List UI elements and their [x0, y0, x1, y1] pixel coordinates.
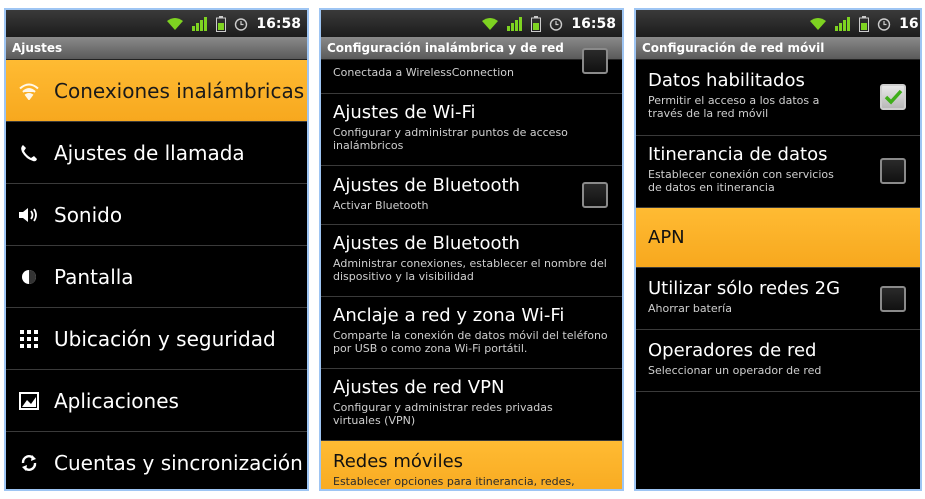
menu-item-label: Ajustes de llamada	[54, 140, 245, 165]
setting-title: Ajustes de Bluetooth	[333, 233, 520, 254]
wireless-settings-list: Conectada a WirelessConnection Ajustes d…	[321, 48, 622, 489]
wifi-signal-icon	[810, 18, 827, 30]
alarm-icon	[877, 18, 891, 31]
setting-summary: Activar Bluetooth	[333, 199, 429, 212]
wifi-signal-icon	[167, 18, 184, 30]
setting-bluetooth[interactable]: Ajustes de Bluetooth Administrar conexio…	[321, 225, 622, 297]
menu-item-label: Ubicación y seguridad	[54, 326, 276, 351]
setting-summary: Configurar y administrar puntos de acces…	[333, 126, 568, 152]
menu-item-sound[interactable]: Sonido	[6, 184, 307, 246]
cell-signal-icon	[507, 17, 523, 31]
wifi-status-summary: Conectada a WirelessConnection	[333, 66, 514, 79]
setting-2g-only[interactable]: Utilizar sólo redes 2G Ahorrar batería	[636, 268, 920, 330]
menu-item-applications[interactable]: Aplicaciones	[6, 370, 307, 432]
menu-item-label: Conexiones inalámbricas	[54, 78, 305, 103]
setting-tethering[interactable]: Anclaje a red y zona Wi-Fi Comparte la c…	[321, 297, 622, 369]
data-enabled-checkbox[interactable]	[880, 84, 906, 110]
sync-icon	[18, 452, 40, 474]
phone-icon	[18, 142, 40, 164]
status-time: 16:5	[899, 16, 920, 32]
setting-bluetooth-toggle[interactable]: Ajustes de Bluetooth Activar Bluetooth	[321, 166, 622, 225]
setting-title: Ajustes de red VPN	[333, 377, 505, 398]
menu-item-label: Cuentas y sincronización	[54, 450, 303, 475]
setting-summary: Comparte la conexión de datos móvil del …	[333, 329, 608, 355]
setting-summary: Establecer opciones para itinerancia, re…	[333, 475, 575, 489]
menu-item-wireless[interactable]: Conexiones inalámbricas	[6, 60, 307, 122]
screen-title: Configuración inalámbrica y de red	[321, 37, 622, 60]
brightness-icon	[18, 266, 40, 288]
menu-item-accounts-sync[interactable]: Cuentas y sincronización	[6, 432, 307, 489]
screen-title: Ajustes	[6, 37, 307, 60]
setting-data-enabled[interactable]: Datos habilitados Permitir el acceso a l…	[636, 60, 920, 136]
wifi-checkbox[interactable]	[582, 48, 608, 74]
setting-title: Operadores de red	[648, 340, 817, 361]
setting-summary: Configurar y administrar redes privadas …	[333, 401, 553, 427]
wifi-toggle-row[interactable]: Conectada a WirelessConnection	[321, 48, 622, 94]
menu-item-display[interactable]: Pantalla	[6, 246, 307, 308]
settings-screen: 16:58 Ajustes Conexiones inalámbricas Aj…	[4, 8, 309, 491]
grid-icon	[18, 328, 40, 350]
status-bar: 16:5	[636, 10, 920, 37]
setting-summary: Seleccionar un operador de red	[648, 364, 822, 377]
setting-wifi[interactable]: Ajustes de Wi-Fi Configurar y administra…	[321, 94, 622, 166]
wifi-icon	[18, 80, 40, 102]
alarm-icon	[550, 18, 563, 31]
battery-icon	[859, 16, 870, 32]
data-roaming-checkbox[interactable]	[880, 158, 906, 184]
wifi-signal-icon	[482, 18, 499, 30]
apps-icon	[18, 390, 40, 412]
speaker-icon	[18, 204, 40, 226]
setting-data-roaming[interactable]: Itinerancia de datos Establecer conexión…	[636, 136, 920, 208]
setting-title: Redes móviles	[333, 451, 464, 472]
setting-apn[interactable]: APN	[636, 208, 920, 268]
setting-title: Ajustes de Bluetooth	[333, 175, 520, 196]
cell-signal-icon	[835, 17, 851, 31]
menu-item-location-security[interactable]: Ubicación y seguridad	[6, 308, 307, 370]
wireless-settings-screen: 16:58 Configuración inalámbrica y de red…	[319, 8, 624, 491]
menu-item-label: Pantalla	[54, 264, 134, 289]
setting-network-operators[interactable]: Operadores de red Seleccionar un operado…	[636, 330, 920, 392]
setting-vpn[interactable]: Ajustes de red VPN Configurar y administ…	[321, 369, 622, 441]
setting-summary: Administrar conexiones, establecer el no…	[333, 257, 607, 283]
menu-item-label: Aplicaciones	[54, 388, 179, 413]
setting-title: Anclaje a red y zona Wi-Fi	[333, 305, 565, 326]
mobile-network-list: Datos habilitados Permitir el acceso a l…	[636, 60, 920, 392]
settings-list: Conexiones inalámbricas Ajustes de llama…	[6, 60, 307, 489]
cell-signal-icon	[192, 17, 208, 31]
alarm-icon	[235, 18, 248, 31]
status-bar: 16:58	[6, 10, 307, 37]
setting-title: APN	[648, 226, 685, 248]
battery-icon	[216, 16, 227, 32]
menu-item-call-settings[interactable]: Ajustes de llamada	[6, 122, 307, 184]
screen-title: Configuración de red móvil	[636, 37, 920, 60]
2g-only-checkbox[interactable]	[880, 286, 906, 312]
status-time: 16:58	[256, 16, 301, 32]
setting-mobile-networks[interactable]: Redes móviles Establecer opciones para i…	[321, 441, 622, 489]
status-bar: 16:58	[321, 10, 622, 37]
menu-item-label: Sonido	[54, 202, 123, 227]
mobile-network-screen: 16:5 Configuración de red móvil Datos ha…	[634, 8, 922, 491]
bluetooth-checkbox[interactable]	[582, 182, 608, 208]
checkmark-icon	[884, 89, 903, 105]
status-time: 16:58	[571, 16, 616, 32]
setting-title: Ajustes de Wi-Fi	[333, 102, 476, 123]
battery-icon	[531, 16, 542, 32]
